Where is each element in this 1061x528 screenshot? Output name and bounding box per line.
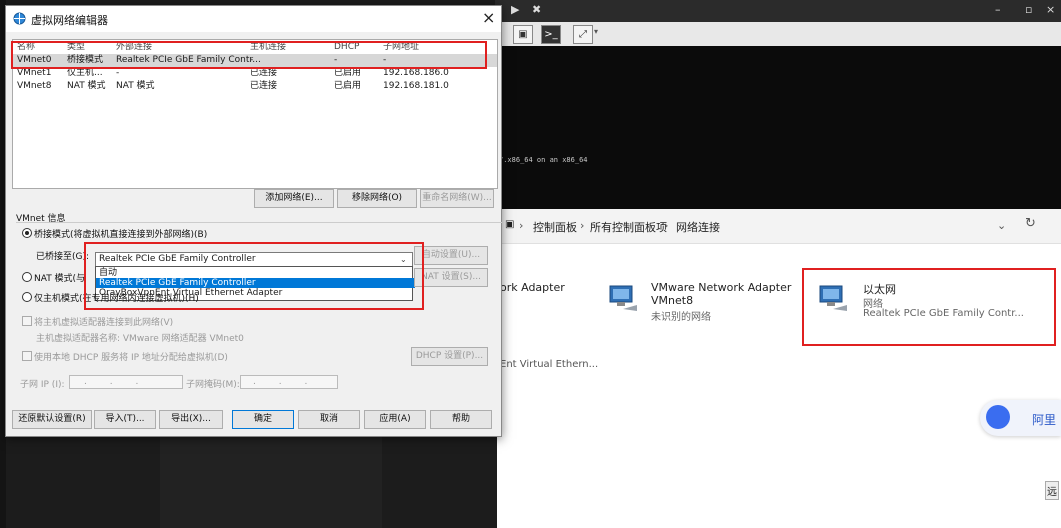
minimize-icon[interactable]: – — [995, 3, 1001, 16]
apply-button[interactable]: 应用(A) — [364, 410, 426, 429]
breadcrumb-separator-icon: › — [580, 219, 585, 232]
close-tab-icon[interactable]: ✖ — [532, 3, 541, 16]
breadcrumb-separator-icon: › — [664, 219, 669, 232]
breadcrumb-all-items[interactable]: 所有控制面板项 — [590, 219, 667, 235]
use-dhcp-label: 使用本地 DHCP 服务将 IP 地址分配给虚拟机(D) — [34, 353, 228, 363]
highlight-box — [802, 268, 1056, 346]
restore-icon[interactable]: ▫ — [1025, 3, 1032, 16]
cell: 已启用 — [334, 81, 362, 91]
bridged-label: 桥接模式(将虚拟机直接连接到外部网络)(B) — [34, 230, 208, 240]
import-button[interactable]: 导入(T)... — [94, 410, 156, 429]
ok-button[interactable]: 确定 — [232, 410, 294, 429]
highlight-box — [84, 242, 424, 310]
assistant-icon — [986, 405, 1010, 429]
background-panel — [160, 436, 382, 528]
highlight-box — [11, 41, 487, 69]
adapter-name: ork Adapter — [500, 281, 565, 294]
bridged-to-label: 已桥接至(G): — [36, 252, 90, 262]
subnet-mask-label: 子网掩码(M): — [186, 380, 240, 390]
virtual-network-editor-dialog: 虚拟网络编辑器 × 名称 类型 外部连接 主机连接 DHCP 子网地址 VMne… — [5, 5, 502, 437]
nat-settings-button[interactable]: NAT 设置(S)... — [414, 268, 488, 287]
network-adapter-icon — [609, 285, 637, 311]
breadcrumb-control-panel[interactable]: 控制面板 — [533, 219, 577, 235]
close-button[interactable]: × — [482, 8, 495, 27]
help-button[interactable]: 帮助 — [430, 410, 492, 429]
globe-icon — [13, 12, 26, 25]
close-icon[interactable]: × — [1046, 3, 1055, 16]
auto-settings-button[interactable]: 自动设置(U)... — [414, 246, 488, 265]
corner-label[interactable]: 远 — [1045, 481, 1059, 500]
breadcrumb-separator-icon: › — [519, 219, 524, 232]
connect-host-adapter-checkbox[interactable] — [22, 316, 32, 326]
adapter-line2: VMnet8 — [651, 294, 694, 307]
vm-toolbar: ▣ >_ ⤢ ▾ — [495, 22, 1061, 47]
cell: NAT 模式 — [67, 81, 106, 91]
console-icon[interactable]: >_ — [541, 25, 561, 44]
breadcrumb-network-connections[interactable]: 网络连接 — [676, 219, 720, 235]
play-icon[interactable]: ▶ — [511, 3, 519, 16]
address-bar[interactable]: ▣ › 控制面板 › 所有控制面板项 › 网络连接 ⌄ ↻ — [497, 209, 1061, 244]
folder-icon: ▣ — [505, 219, 515, 230]
cell: 已连接 — [250, 81, 278, 91]
remove-network-button[interactable]: 移除网络(O) — [337, 189, 417, 208]
dialog-titlebar: 虚拟网络编辑器 × — [6, 6, 501, 32]
export-button[interactable]: 导出(X)... — [159, 410, 223, 429]
refresh-icon[interactable]: ↻ — [1025, 216, 1036, 231]
adapter-name: VMware Network Adapter — [651, 281, 792, 294]
dialog-title: 虚拟网络编辑器 — [31, 14, 108, 27]
bridged-radio[interactable] — [22, 228, 32, 238]
adapter-partial-label: Ent Virtual Ethern... — [500, 359, 599, 370]
network-connections-window: ▣ › 控制面板 › 所有控制面板项 › 网络连接 ⌄ ↻ ork Adapte… — [497, 209, 1061, 528]
restore-defaults-button[interactable]: 还原默认设置(R) — [12, 410, 92, 429]
console-text: 7.x86_64 on an x86_64 — [499, 156, 588, 164]
subnet-mask-input[interactable]: . . . — [240, 375, 338, 389]
table-row[interactable]: VMnet8 NAT 模式 NAT 模式 已连接 已启用 192.168.181… — [13, 80, 497, 93]
host-adapter-name: 主机虚拟适配器名称: VMware 网络适配器 VMnet0 — [36, 334, 244, 344]
snapshot-icon[interactable]: ▣ — [513, 25, 533, 44]
nat-radio[interactable] — [22, 272, 32, 282]
fullscreen-icon[interactable]: ⤢ — [573, 25, 593, 44]
adapter-status: 未识别的网络 — [651, 312, 711, 323]
nat-label: NAT 模式(与 — [34, 274, 86, 284]
chevron-down-icon[interactable]: ⌄ — [997, 219, 1006, 232]
dhcp-settings-button[interactable]: DHCP 设置(P)... — [411, 347, 488, 366]
chevron-down-icon[interactable]: ▾ — [594, 27, 598, 36]
vm-titlebar: ▶ ✖ – ▫ × — [495, 0, 1061, 22]
subnet-ip-input[interactable]: . . . — [69, 375, 183, 389]
assistant-label: 阿里 — [1032, 413, 1057, 427]
host-only-radio[interactable] — [22, 292, 32, 302]
vm-console[interactable]: 7.x86_64 on an x86_64 — [495, 46, 1061, 210]
add-network-button[interactable]: 添加网络(E)... — [254, 189, 334, 208]
connect-host-adapter-label: 将主机虚拟适配器连接到此网络(V) — [34, 318, 174, 328]
cancel-button[interactable]: 取消 — [298, 410, 360, 429]
cell: 192.168.181.0 — [383, 81, 449, 91]
group-divider — [16, 222, 502, 223]
subnet-ip-label: 子网 IP (I): — [20, 380, 65, 390]
cell: VMnet8 — [17, 81, 52, 91]
cell: NAT 模式 — [116, 81, 155, 91]
vm-window: ▶ ✖ – ▫ × ▣ >_ ⤢ ▾ 7.x86_64 on an x86_64 — [495, 0, 1061, 210]
assistant-bubble[interactable]: 阿里 — [980, 400, 1061, 436]
use-dhcp-checkbox[interactable] — [22, 351, 32, 361]
rename-network-button[interactable]: 重命名网络(W)... — [420, 189, 494, 208]
